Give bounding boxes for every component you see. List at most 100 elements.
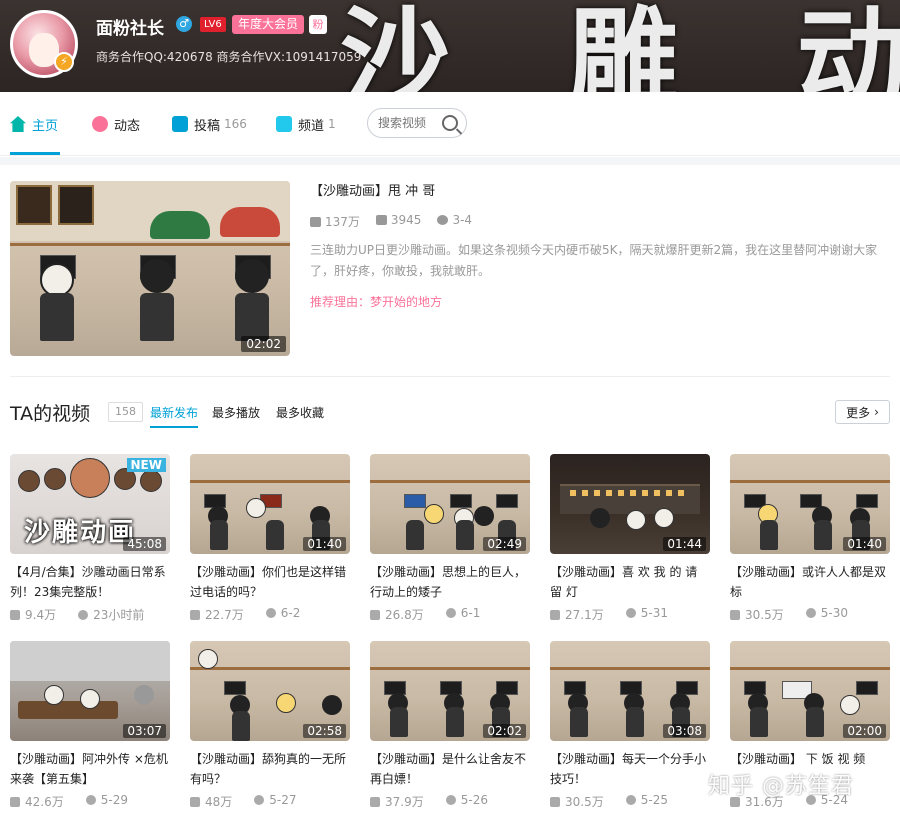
watermark: 知乎 @苏笙君 [708,774,854,799]
video-card[interactable]: NEW 沙雕动画 45:08 【4月/合集】沙雕动画日常系列！23集完整版！ 9… [10,454,170,623]
video-card[interactable]: 02:02 【沙雕动画】是什么让舍友不再白嫖！ 37.9万 5-26 [370,641,530,810]
featured-duration: 02:02 [241,336,286,352]
tab-dynamic[interactable]: 动态 [92,92,140,156]
video-thumbnail[interactable]: 02:00 [730,641,890,741]
tab-posts[interactable]: 投稿 166 [172,92,247,156]
video-thumbnail[interactable]: NEW 沙雕动画 45:08 [10,454,170,554]
clock-icon [85,795,96,805]
sort-most-played[interactable]: 最多播放 [212,404,260,421]
video-card[interactable]: 03:08 【沙雕动画】每天一个分手小技巧！ 30.5万 5-25 [550,641,710,810]
video-title[interactable]: 【沙雕动画】阿冲外传 ×危机来袭【第五集】 [10,749,170,789]
video-title[interactable]: 【沙雕动画】喜 欢 我 的 请 留 灯 [550,562,710,602]
video-thumbnail[interactable]: 03:07 [10,641,170,741]
vip-badge[interactable]: 年度大会员 [232,15,305,34]
play-icon [10,610,20,620]
clock-icon [805,608,816,618]
videos-title: TA的视频 [10,403,91,425]
featured-description: 三连助力UP日更沙雕动画。如果这条视频今天内硬币破5K，隔天就爆肝更新2篇，我在… [310,243,878,278]
video-title[interactable]: 【沙雕动画】或许人人都是双标 [730,562,890,602]
clock-icon [254,795,265,805]
play-icon [10,797,20,807]
video-card[interactable]: 01:40 【沙雕动画】或许人人都是双标 30.5万 5-30 [730,454,890,623]
video-duration: 03:08 [663,724,706,738]
play-icon [550,610,560,620]
video-meta: 48万 5-27 [190,793,350,810]
clock-icon [265,608,276,618]
video-thumbnail[interactable]: 02:58 [190,641,350,741]
play-icon [730,610,740,620]
play-icon [190,610,200,620]
tab-channel[interactable]: 频道 1 [276,92,336,156]
sort-active-indicator [150,426,198,428]
posts-icon [172,116,188,132]
video-card[interactable]: 01:44 【沙雕动画】喜 欢 我 的 请 留 灯 27.1万 5-31 [550,454,710,623]
profile-nav: 主页 动态 投稿 166 频道 1 [0,92,900,156]
featured-title[interactable]: 【沙雕动画】甩 冲 哥 [310,180,435,199]
video-thumbnail[interactable]: 03:08 [550,641,710,741]
video-card[interactable]: 01:40 【沙雕动画】你们也是这样错过电话的吗？ 22.7万 6-2 [190,454,350,623]
clock-icon [437,215,449,225]
clock-icon [445,608,456,618]
video-title[interactable]: 【4月/合集】沙雕动画日常系列！23集完整版！ [10,562,170,602]
banner-art: 沙 雕 动 画 [340,0,900,92]
new-badge: NEW [126,458,166,472]
video-thumbnail[interactable]: 01:40 [190,454,350,554]
search-icon[interactable] [442,115,458,131]
danmaku-count: 3945 [375,213,421,230]
video-card[interactable]: 02:49 【沙雕动画】思想上的巨人，行动上的矮子 26.8万 6-1 [370,454,530,623]
video-thumbnail[interactable]: 01:44 [550,454,710,554]
tab-active-indicator [10,152,60,155]
level-badge: LV6 [200,17,226,32]
video-meta: 37.9万 5-26 [370,793,530,810]
videos-count: 158 [108,402,143,422]
video-thumbnail[interactable]: 02:49 [370,454,530,554]
video-duration: 02:00 [843,724,886,738]
sort-most-favorited[interactable]: 最多收藏 [276,404,324,421]
featured-thumbnail[interactable]: 02:02 [10,181,290,356]
video-duration: 01:44 [663,537,706,551]
video-thumbnail[interactable]: 02:02 [370,641,530,741]
tab-label: 投稿 [194,118,221,134]
play-icon [550,797,560,807]
search-input[interactable] [378,116,442,130]
tab-count: 1 [328,117,336,131]
clock-icon [625,795,636,805]
play-icon [370,610,380,620]
chevron-right-icon: › [874,405,879,419]
play-icon [370,797,380,807]
contact-info: 商务合作QQ:420678 商务合作VX:1091417059 [96,50,362,64]
video-card[interactable]: 03:07 【沙雕动画】阿冲外传 ×危机来袭【第五集】 42.6万 5-29 [10,641,170,810]
danmaku-icon [375,215,387,225]
video-meta: 30.5万 5-25 [550,793,710,810]
upload-date: 3-4 [437,213,472,230]
tab-home[interactable]: 主页 [10,92,58,156]
video-title[interactable]: 【沙雕动画】是什么让舍友不再白嫖！ [370,749,530,789]
video-title[interactable]: 【沙雕动画】思想上的巨人，行动上的矮子 [370,562,530,602]
video-title[interactable]: 【沙雕动画】你们也是这样错过电话的吗？ [190,562,350,602]
tab-count: 166 [224,117,247,131]
video-title[interactable]: 【沙雕动画】每天一个分手小技巧！ [550,749,710,789]
video-duration: 03:07 [123,724,166,738]
more-label: 更多 [846,405,871,420]
home-icon [10,116,26,132]
username[interactable]: 面粉社长 [96,14,164,39]
video-title[interactable]: 【沙雕动画】舔狗真的一无所有吗？ [190,749,350,789]
channel-icon [276,116,292,132]
dynamic-icon [92,116,108,132]
more-button[interactable]: 更多 › [835,400,890,424]
video-duration: 02:58 [303,724,346,738]
sort-newest[interactable]: 最新发布 [150,404,198,421]
clock-icon [445,795,456,805]
tab-label: 主页 [32,118,59,134]
fan-badge[interactable]: 粉 [309,15,327,34]
featured-reason: 推荐理由：梦开始的地方 [310,295,443,309]
play-icon [310,217,321,227]
profile-banner: 沙 雕 动 画 ⚡ 面粉社长 ♂ LV6 年度大会员 粉 商务合作QQ:4206… [0,0,900,92]
tab-label: 频道 [298,118,325,134]
thumbnail-caption: 沙雕动画 [24,518,137,548]
video-thumbnail[interactable]: 01:40 [730,454,890,554]
video-search [367,108,467,138]
clock-icon [78,610,89,620]
video-meta: 26.8万 6-1 [370,606,530,623]
video-card[interactable]: 02:58 【沙雕动画】舔狗真的一无所有吗？ 48万 5-27 [190,641,350,810]
